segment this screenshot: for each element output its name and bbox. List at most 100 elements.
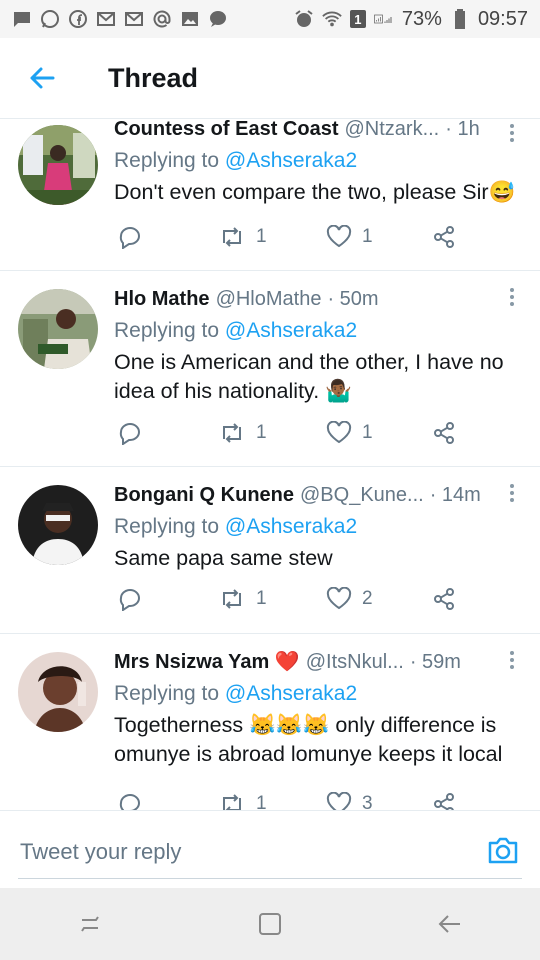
tweet[interactable]: Bongani Q Kunene @BQ_Kune... · 14m Reply… (0, 467, 540, 634)
system-icons: 1 73% 09:57 (294, 8, 528, 31)
tweet-text: Togetherness 😹😹😹 only difference is omun… (114, 713, 503, 766)
status-bar: 1 73% 09:57 (0, 0, 540, 38)
retweet-button[interactable]: 1 (218, 792, 267, 810)
input-underline (18, 878, 522, 879)
sim-badge: 1 (354, 11, 362, 27)
like-count: 3 (362, 793, 373, 810)
like-count: 2 (362, 588, 373, 609)
tweet-time: · 59m (409, 651, 461, 673)
author-handle[interactable]: @Ntzark... (344, 119, 439, 143)
replying-to: Replying to @Ashseraka2 (114, 316, 524, 346)
notification-icons (12, 9, 228, 29)
tweet-time: · 14m (429, 484, 481, 506)
like-button[interactable]: 3 (326, 792, 373, 810)
reply-button[interactable] (118, 792, 142, 810)
camera-button[interactable] (486, 833, 520, 867)
avatar[interactable] (18, 652, 98, 732)
replying-user-link[interactable]: @Ashseraka2 (225, 515, 357, 538)
author-handle[interactable]: @BQ_Kune... (300, 481, 424, 509)
tweet-actions: 1 1 (114, 421, 540, 451)
retweet-icon (223, 227, 241, 247)
reply-composer (0, 810, 540, 889)
wifi-icon (322, 9, 342, 29)
back-icon (438, 915, 460, 933)
share-button[interactable] (432, 792, 456, 810)
author-handle[interactable]: @ItsNkul... (306, 648, 404, 676)
replying-to: Replying to @Ashseraka2 (114, 512, 524, 542)
retweet-button[interactable]: 1 (218, 225, 267, 249)
reply-button[interactable] (118, 587, 142, 611)
share-button[interactable] (432, 421, 456, 445)
replying-user-link[interactable]: @Ashseraka2 (225, 319, 357, 342)
author-handle[interactable]: @HloMathe (216, 285, 322, 313)
replying-to: Replying to @Ashseraka2 (114, 679, 524, 709)
like-count: 1 (362, 226, 373, 247)
reply-icon (119, 423, 140, 445)
reply-icon (119, 794, 140, 810)
more-options-icon[interactable] (502, 483, 522, 503)
retweet-button[interactable]: 1 (218, 587, 267, 611)
replying-user-link[interactable]: @Ashseraka2 (225, 682, 357, 705)
system-nav-bar (0, 888, 540, 960)
recents-icon (81, 916, 99, 932)
heart-icon (326, 792, 352, 810)
author-name[interactable]: Bongani Q Kunene (114, 481, 294, 509)
replying-to: Replying to @Ashseraka2 (114, 146, 524, 176)
retweet-icon (223, 794, 241, 810)
like-button[interactable]: 2 (326, 587, 373, 611)
tweet-text: Same papa same stew (114, 546, 333, 570)
camera-icon (488, 837, 518, 864)
battery-percent: 73% (401, 7, 442, 30)
reply-icon (119, 227, 140, 249)
tweet[interactable]: Hlo Mathe @HloMathe · 50m Replying to @A… (0, 271, 540, 467)
reply-button[interactable] (118, 225, 142, 249)
like-count: 1 (362, 422, 373, 443)
gmail-icon (124, 9, 144, 29)
alarm-icon (294, 9, 314, 29)
tweet[interactable]: Countess of East Coast @Ntzark... · 1h R… (0, 119, 540, 271)
more-options-icon[interactable] (502, 650, 522, 670)
retweet-icon (223, 423, 241, 443)
author-name[interactable]: Countess of East Coast (114, 119, 338, 143)
more-options-icon[interactable] (502, 287, 522, 307)
replying-prefix: Replying to (114, 515, 225, 538)
home-icon (259, 913, 281, 935)
reply-feed[interactable]: Countess of East Coast @Ntzark... · 1h R… (0, 119, 540, 810)
avatar[interactable] (18, 125, 98, 205)
signal-icon (374, 9, 394, 29)
like-button[interactable]: 1 (326, 225, 373, 249)
nav-back-button[interactable] (430, 904, 470, 944)
author-name[interactable]: Hlo Mathe (114, 285, 210, 313)
share-button[interactable] (432, 587, 456, 611)
tweet-text: Don't even compare the two, please Sir😅 (114, 180, 516, 204)
app-header: Thread (0, 38, 540, 119)
back-button[interactable] (22, 58, 62, 98)
more-options-icon[interactable] (502, 123, 522, 143)
replying-user-link[interactable]: @Ashseraka2 (225, 149, 357, 172)
retweet-count: 1 (256, 793, 267, 810)
retweet-count: 1 (256, 226, 267, 247)
like-button[interactable]: 1 (326, 421, 373, 445)
at-icon (152, 9, 172, 29)
clock: 09:57 (477, 7, 528, 30)
battery-icon (450, 9, 470, 29)
reply-button[interactable] (118, 421, 142, 445)
share-button[interactable] (432, 225, 456, 249)
author-name[interactable]: Mrs Nsizwa Yam ❤️ (114, 648, 300, 676)
heart-icon (326, 421, 352, 444)
reply-input[interactable] (18, 829, 422, 875)
retweet-button[interactable]: 1 (218, 421, 267, 445)
share-icon (434, 226, 454, 248)
home-button[interactable] (250, 904, 290, 944)
tweet-text: One is American and the other, I have no… (114, 350, 504, 403)
chat-bubble-icon (208, 9, 228, 29)
tweet-actions: 1 1 (114, 225, 540, 255)
share-icon (434, 793, 454, 810)
avatar[interactable] (18, 289, 98, 369)
recents-button[interactable] (70, 904, 110, 944)
tweet-actions: 1 2 (114, 587, 540, 617)
avatar[interactable] (18, 485, 98, 565)
tweet-time: · 1h (445, 119, 480, 140)
tweet[interactable]: Mrs Nsizwa Yam ❤️ @ItsNkul... · 59m Repl… (0, 634, 540, 810)
replying-prefix: Replying to (114, 319, 225, 342)
